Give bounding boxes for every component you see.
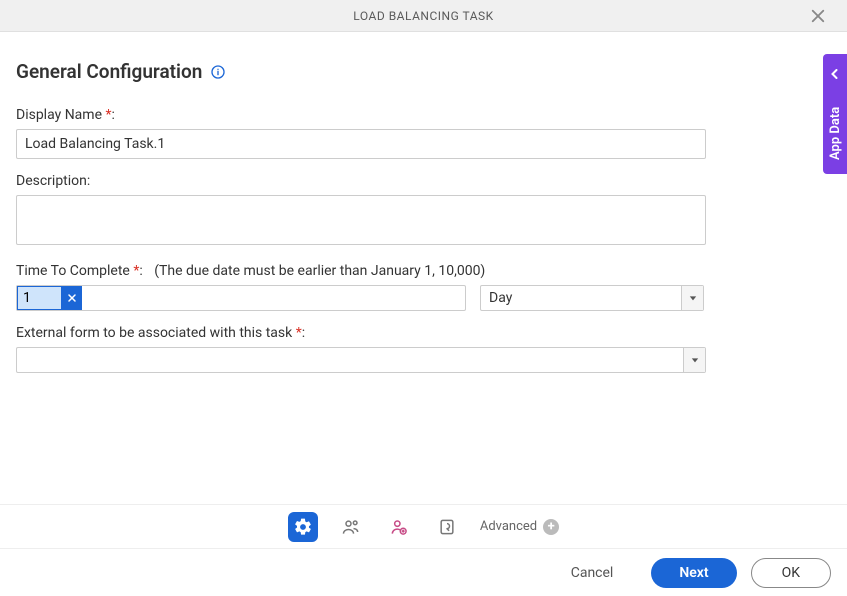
clear-time-icon[interactable] [62, 286, 82, 310]
bottom-nav: Advanced + [0, 504, 847, 548]
next-button[interactable]: Next [651, 558, 736, 588]
form-icon[interactable] [432, 512, 462, 542]
description-group: Description: [16, 173, 831, 249]
dialog-content: General Configuration Display Name *: De… [0, 32, 847, 373]
external-form-label-text: External form to be associated with this… [16, 325, 292, 341]
app-data-label: App Data [828, 83, 843, 174]
time-label: Time To Complete *: (The due date must b… [16, 263, 831, 279]
display-name-input[interactable] [16, 129, 706, 159]
info-icon[interactable] [210, 64, 226, 80]
time-unit-value: Day [481, 290, 681, 306]
description-input[interactable] [16, 195, 706, 245]
colon: : [139, 263, 142, 279]
colon: : [302, 325, 305, 341]
gear-icon[interactable] [288, 512, 318, 542]
advanced-label: Advanced [480, 519, 537, 534]
time-input-spacer [82, 286, 465, 310]
advanced-toggle[interactable]: Advanced + [480, 519, 559, 535]
external-form-select[interactable] [16, 347, 706, 373]
section-header: General Configuration [16, 60, 831, 83]
chevron-down-icon[interactable] [681, 286, 703, 310]
display-name-group: Display Name *: [16, 107, 831, 159]
chevron-down-icon[interactable] [683, 348, 705, 372]
time-value-input[interactable] [17, 286, 62, 310]
chevron-left-icon [830, 64, 840, 83]
ok-button[interactable]: OK [751, 558, 831, 588]
user-settings-icon[interactable] [384, 512, 414, 542]
dialog-footer: Cancel Next OK [0, 548, 847, 596]
time-to-complete-group: Time To Complete *: (The due date must b… [16, 263, 831, 311]
time-row: Day [16, 285, 831, 311]
time-value-wrapper [16, 285, 466, 311]
display-name-label: Display Name *: [16, 107, 831, 123]
users-icon[interactable] [336, 512, 366, 542]
app-data-panel-toggle[interactable]: App Data [823, 54, 847, 174]
section-title: General Configuration [16, 60, 202, 83]
display-name-label-text: Display Name [16, 107, 102, 123]
close-icon[interactable] [809, 7, 827, 25]
external-form-label: External form to be associated with this… [16, 325, 831, 341]
description-label: Description: [16, 173, 831, 189]
time-label-text: Time To Complete [16, 263, 130, 279]
cancel-button[interactable]: Cancel [547, 558, 638, 588]
plus-icon: + [543, 519, 559, 535]
colon: : [112, 107, 115, 123]
dialog-title: LOAD BALANCING TASK [353, 9, 493, 23]
time-hint: (The due date must be earlier than Janua… [154, 263, 485, 279]
dialog-header: LOAD BALANCING TASK [0, 0, 847, 32]
external-form-group: External form to be associated with this… [16, 325, 831, 373]
time-unit-select[interactable]: Day [480, 285, 704, 311]
